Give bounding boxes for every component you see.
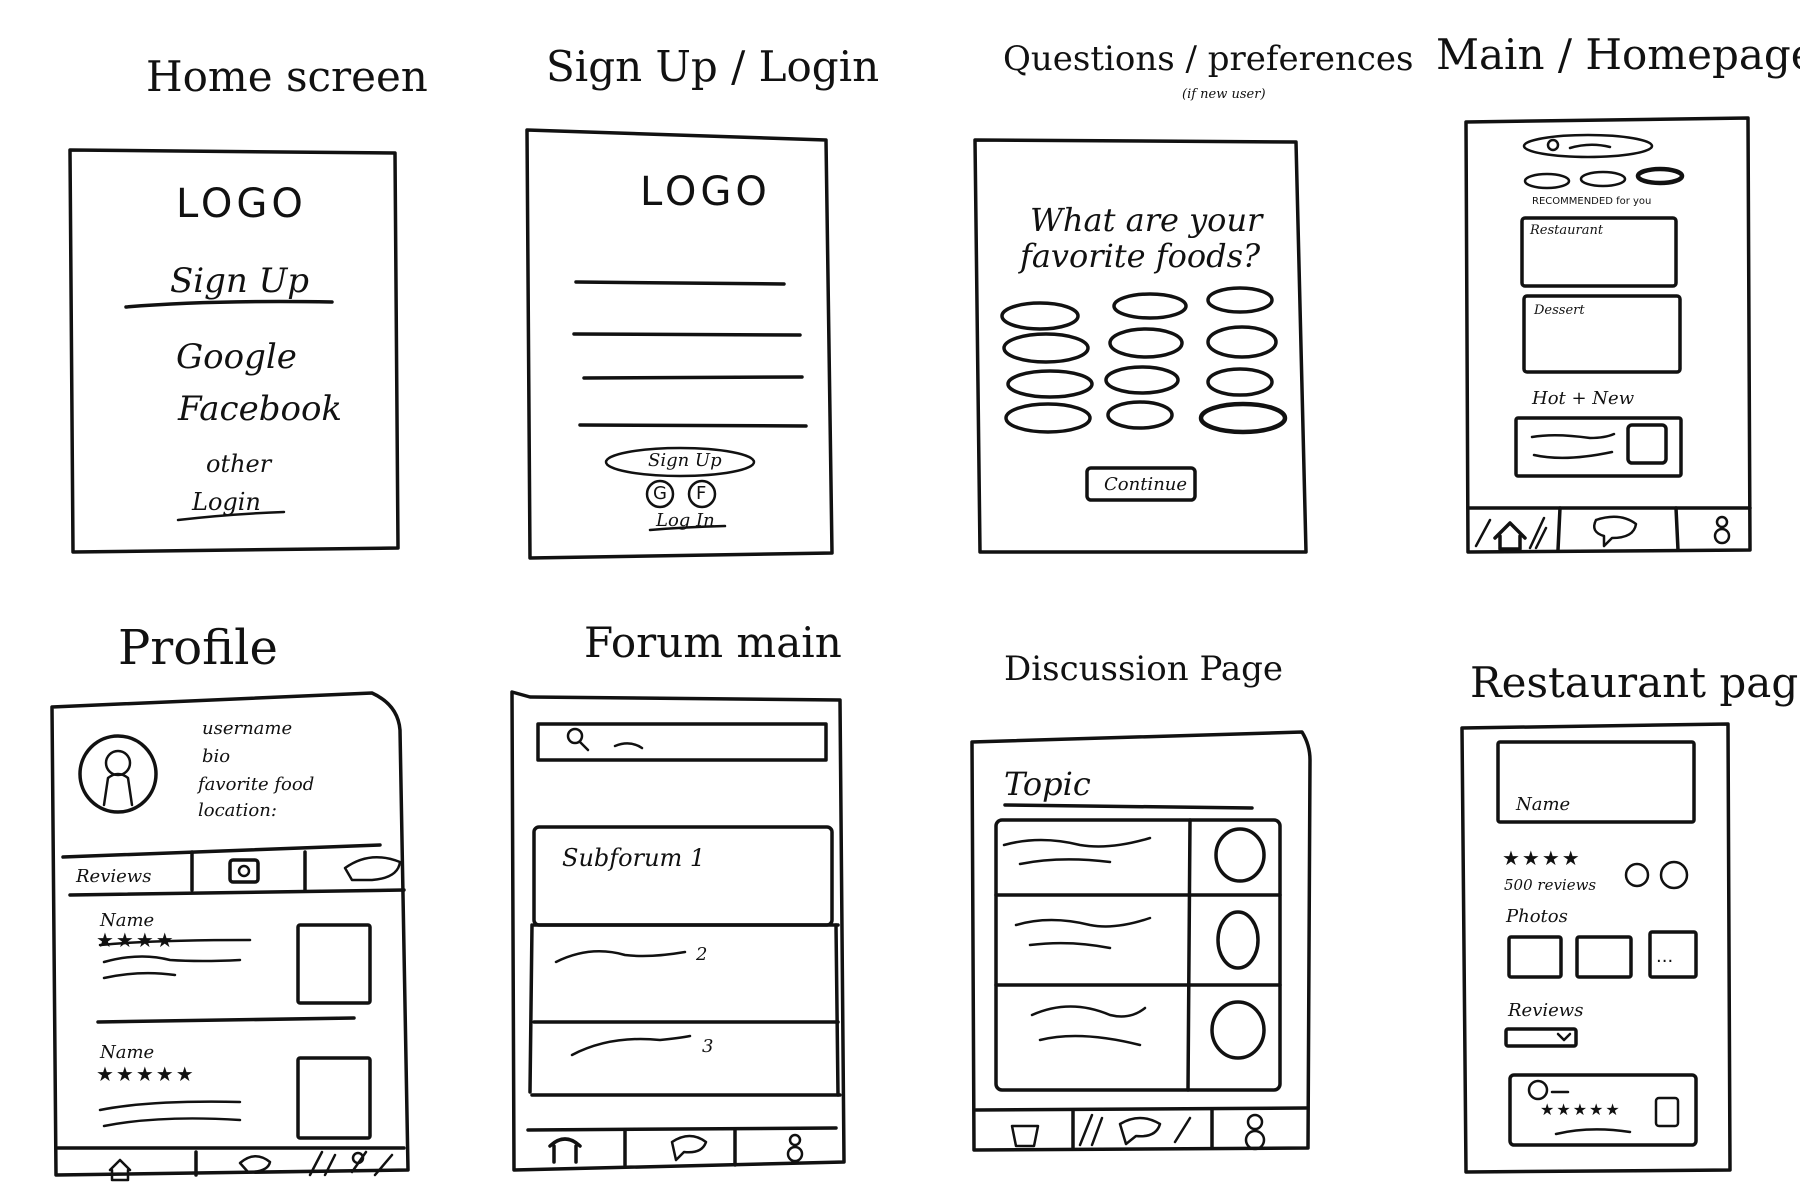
home-login-link[interactable]: Login [192, 490, 261, 514]
restaurant-more-photos[interactable]: ... [1656, 948, 1673, 966]
restaurant-review-stars: ★★★★★ [1540, 1100, 1622, 1119]
profile-bio: bio [202, 746, 231, 767]
main-frame [1464, 116, 1752, 554]
questions-prompt-line2: favorite foods? [1020, 237, 1261, 275]
forum-home-icon [548, 1137, 582, 1164]
profile-chat-icon [343, 855, 402, 882]
signup-facebook-icon[interactable]: F [696, 485, 706, 503]
profile-home-icon [108, 1158, 132, 1182]
restaurant-favorite-star-icon[interactable] [1661, 862, 1687, 888]
title-signup-login: Sign Up / Login [546, 42, 880, 91]
title-discussion-page: Discussion Page [1004, 649, 1283, 689]
signup-password-field[interactable] [584, 358, 802, 378]
restaurant-reviews-label: Reviews [1508, 1000, 1584, 1021]
profile-review2-stars: ★★★★★ [96, 1062, 196, 1086]
forum-subforum-3-number[interactable]: 3 [702, 1038, 713, 1056]
profile-reviews-tab[interactable]: Reviews [76, 868, 151, 886]
title-forum-main: Forum main [584, 618, 842, 667]
profile-nav-chat-icon [238, 1155, 272, 1174]
main-card-restaurant[interactable]: Restaurant [1530, 224, 1603, 237]
profile-username: username [202, 718, 293, 739]
home-other-button[interactable]: other [206, 452, 271, 476]
signup-username-field[interactable] [576, 262, 784, 282]
camera-icon [228, 858, 260, 884]
title-questions: Questions / preferences [1003, 39, 1414, 79]
discussion-home-icon [1010, 1124, 1040, 1148]
signup-login-link[interactable]: Log In [656, 512, 715, 530]
signup-google-icon[interactable]: G [653, 485, 667, 503]
title-restaurant-page: Restaurant page [1470, 658, 1800, 707]
title-profile: Profile [118, 620, 278, 676]
profile-location: location: [198, 800, 277, 821]
signup-logo: LOGO [640, 169, 771, 215]
title-questions-subtitle: (if new user) [1182, 87, 1266, 102]
wireframe-board: Home screen Sign Up / Login Questions / … [0, 0, 1800, 1200]
discussion-chat-icon [1118, 1116, 1162, 1146]
profile-review2-name: Name [100, 1042, 155, 1063]
discussion-topic: Topic [1004, 765, 1091, 803]
title-home-screen: Home screen [146, 52, 428, 101]
forum-subforum-2-number[interactable]: 2 [696, 946, 707, 964]
forum-search-input[interactable] [540, 726, 824, 758]
main-chat-icon [1593, 515, 1638, 548]
forum-frame [510, 690, 846, 1172]
restaurant-reviews-count: 500 reviews [1504, 876, 1597, 894]
title-main-homepage: Main / Homepage [1436, 30, 1800, 79]
signup-submit-button[interactable]: Sign Up [648, 452, 722, 470]
restaurant-photos-label: Photos [1506, 906, 1568, 927]
questions-prompt-line1: What are your [1030, 201, 1263, 239]
restaurant-bookmark-icon[interactable] [1626, 864, 1648, 886]
forum-chat-icon [670, 1134, 708, 1162]
restaurant-stars: ★★★★ [1502, 846, 1582, 870]
profile-review1-stars: ★★★★ [96, 928, 176, 952]
home-facebook-button[interactable]: Facebook [178, 392, 342, 426]
signup-email-field[interactable] [574, 314, 800, 334]
main-recommended-label: RECOMMENDED for you [1532, 196, 1652, 207]
restaurant-reviews-sort-dropdown[interactable] [1506, 1029, 1576, 1046]
signup-confirm-field[interactable] [580, 405, 806, 425]
questions-continue-button[interactable]: Continue [1104, 476, 1187, 494]
main-card-dessert[interactable]: Dessert [1534, 304, 1585, 317]
main-search-input[interactable] [1524, 136, 1652, 158]
home-logo: LOGO [176, 181, 307, 227]
main-hot-new-label: Hot + New [1532, 388, 1635, 409]
forum-subforum-1[interactable]: Subforum 1 [562, 846, 705, 870]
main-home-icon [1493, 521, 1527, 551]
home-google-button[interactable]: Google [176, 340, 297, 374]
home-signup-button[interactable]: Sign Up [170, 264, 309, 298]
restaurant-name: Name [1516, 794, 1571, 815]
profile-favorite-food: favorite food [198, 774, 315, 795]
